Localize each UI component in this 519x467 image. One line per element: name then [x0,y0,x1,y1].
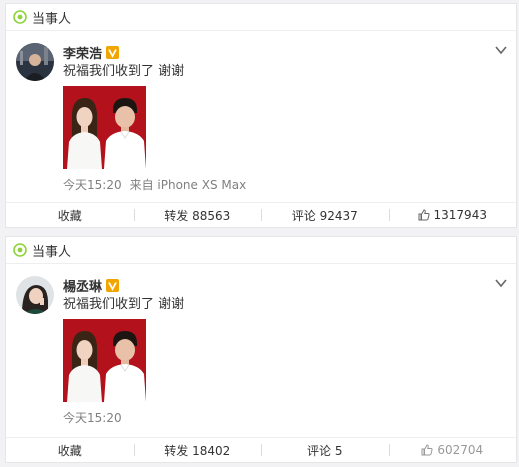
post: 李荣浩 祝福我们收到了 谢谢 今天15:20 来自 iPhone XS Max [6,31,516,205]
post-source: 来自 iPhone XS Max [129,178,247,192]
post-meta: 今天15:20 来自 iPhone XS Max [63,176,486,193]
avatar[interactable] [16,43,54,81]
user-name-link[interactable]: 楊丞琳 [63,276,102,295]
name-row: 李荣浩 [63,43,486,62]
like-button[interactable]: 602704 [388,438,517,462]
post-time[interactable]: 今天15:20 [63,176,122,193]
circle-tag-icon [13,243,27,257]
post-photo[interactable] [63,319,146,402]
post-text: 祝福我们收到了 谢谢 [63,64,185,79]
action-bar: 收藏 转发 88563 评论 92437 1317943 [6,202,516,227]
favorite-label: 收藏 [57,443,82,458]
post-photo[interactable] [63,86,146,169]
comment-button[interactable]: 评论 92437 [261,203,389,227]
post-body: 楊丞琳 祝福我们收到了 谢谢 今天15:20 [63,277,486,426]
post: 楊丞琳 祝福我们收到了 谢谢 今天15:20 [6,264,516,439]
chevron-down-icon[interactable] [494,276,508,290]
like-count: 602704 [437,443,484,457]
post-card: 当事人 李荣浩 祝福我们收到了 谢谢 今天15:20 来自 iPhone XS … [5,3,517,228]
action-bar: 收藏 转发 18402 评论 5 602704 [6,437,516,462]
like-count: 1317943 [433,208,487,222]
post-card: 当事人 楊丞琳 祝福我们收到了 谢谢 今天15:20 收藏 转发 18402 评… [5,236,517,463]
avatar[interactable] [16,276,54,314]
post-body: 李荣浩 祝福我们收到了 谢谢 今天15:20 来自 iPhone XS Max [63,44,486,193]
favorite-button[interactable]: 收藏 [6,203,134,227]
chevron-down-icon[interactable] [494,43,508,57]
comment-button[interactable]: 评论 5 [261,438,389,462]
card-header: 当事人 [6,4,516,31]
post-meta: 今天15:20 [63,409,486,426]
repost-label: 转发 88563 [164,208,231,223]
comment-label: 评论 92437 [291,208,358,223]
repost-label: 转发 18402 [164,443,231,458]
verified-v-badge-icon [106,45,120,59]
circle-tag-icon [13,10,27,24]
post-text: 祝福我们收到了 谢谢 [63,297,185,312]
repost-button[interactable]: 转发 88563 [133,203,262,227]
post-time[interactable]: 今天15:20 [63,409,122,426]
name-row: 楊丞琳 [63,276,486,295]
tag-label: 当事人 [32,244,72,260]
comment-label: 评论 5 [307,443,343,458]
like-button[interactable]: 1317943 [388,203,517,227]
card-header: 当事人 [6,237,516,264]
verified-v-badge-icon [106,278,120,292]
thumbs-up-icon [418,209,430,221]
repost-button[interactable]: 转发 18402 [133,438,262,462]
tag-label: 当事人 [32,11,72,27]
favorite-label: 收藏 [57,208,82,223]
thumbs-up-icon [421,444,433,456]
favorite-button[interactable]: 收藏 [6,438,134,462]
user-name-link[interactable]: 李荣浩 [63,43,102,62]
